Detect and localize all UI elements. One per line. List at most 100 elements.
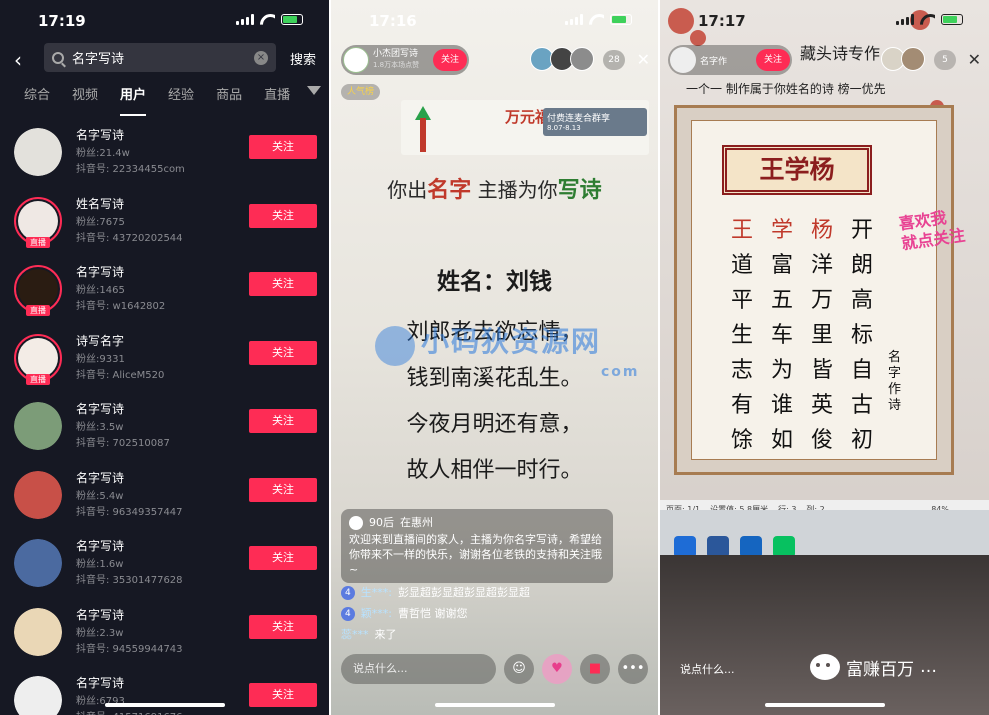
poem-char: 志 [730, 358, 753, 383]
follow-button[interactable]: 关注 [249, 614, 317, 639]
tab-users[interactable]: 用户 [120, 84, 147, 116]
follow-button[interactable]: 关注 [249, 203, 317, 228]
user-id: 抖音号: 43720202544 [76, 232, 183, 244]
battery-icon [281, 14, 303, 25]
user-avatar[interactable] [14, 470, 62, 519]
viewer-avatars[interactable] [530, 47, 594, 71]
tab-comprehensive[interactable]: 综合 [24, 84, 50, 110]
close-icon[interactable]: ✕ [968, 50, 981, 69]
viewer-count[interactable]: 28 [603, 50, 625, 70]
headline-part: 主播为你 [471, 178, 558, 202]
ellipsis-icon: … [920, 657, 937, 677]
user-name[interactable]: 诗写名字 [76, 332, 124, 349]
user-name[interactable]: 名字写诗 [76, 469, 124, 486]
wifi-icon [589, 14, 604, 25]
poem-char: 高 [850, 288, 873, 313]
user-row[interactable]: 直播 诗写名字 粉丝:9331 抖音号: AliceM520 关注 [0, 324, 329, 393]
host-avatar[interactable] [343, 47, 369, 73]
user-fans: 粉丝:3.5w [76, 422, 124, 433]
close-icon[interactable]: ✕ [637, 50, 650, 69]
heart-icon[interactable]: ♥ [542, 654, 572, 684]
poem-char: 车 [770, 323, 793, 348]
follow-button[interactable]: 关注 [249, 340, 317, 365]
tab-experience[interactable]: 经验 [168, 84, 194, 110]
search-input[interactable]: 名字写诗 × [44, 43, 276, 72]
poem-char: 馀 [730, 428, 753, 453]
user-name[interactable]: 名字写诗 [76, 606, 124, 623]
name-plaque: 王学杨 [722, 145, 872, 195]
tab-live[interactable]: 直播 [264, 84, 290, 110]
filter-icon[interactable] [307, 86, 321, 98]
signal-icon [896, 14, 914, 25]
poem-char: 英 [810, 393, 833, 418]
gift-icon[interactable]: ■ [580, 654, 610, 684]
user-row[interactable]: 名字写诗 粉丝:2.3w 抖音号: 94559944743 关注 [0, 598, 329, 667]
user-id: 抖音号: w1642802 [76, 301, 166, 312]
host-info[interactable]: 名字作 关注 [668, 45, 792, 75]
user-avatar[interactable] [14, 539, 62, 587]
popularity-rank[interactable]: 人气榜 [341, 84, 381, 100]
back-arrow-icon[interactable]: ‹ [14, 48, 22, 72]
tab-products[interactable]: 商品 [216, 84, 242, 110]
follow-button[interactable]: 关注 [249, 409, 317, 433]
live-badge: 直播 [26, 305, 50, 316]
poem-char: 自 [850, 358, 873, 383]
viewer-count[interactable]: 5 [934, 50, 956, 70]
host-info[interactable]: 小杰团写诗 1.8万本场点赞 关注 [341, 45, 469, 75]
search-input-value: 名字写诗 [72, 52, 125, 67]
user-row[interactable]: 名字写诗 粉丝:1.6w 抖音号: 35301477628 关注 [0, 529, 329, 598]
comment-input[interactable]: 说点什么... [341, 654, 496, 684]
avatar-image [14, 470, 62, 519]
viewer-avatars[interactable] [881, 47, 925, 71]
signal-icon [236, 14, 254, 25]
banner-ad-title: 付费连麦合群享 [547, 114, 611, 124]
user-name[interactable]: 名字写诗 [76, 400, 124, 417]
comment-input[interactable]: 说点什么... [670, 661, 735, 677]
poem-signature: 名字作诗 [888, 350, 902, 413]
search-tabs: 综合 视频 用户 经验 商品 直播 [0, 84, 329, 116]
user-name[interactable]: 名字写诗 [76, 674, 124, 691]
user-name[interactable]: 姓名写诗 [76, 195, 124, 212]
user-name[interactable]: 名字写诗 [76, 263, 124, 280]
user-row[interactable]: 直播 名字写诗 粉丝:1465 抖音号: w1642802 关注 [0, 255, 329, 324]
follow-button[interactable]: 关注 [249, 272, 317, 296]
chat-text: 彭显超彭显超彭显超彭显超 [397, 586, 530, 599]
promo-banner[interactable]: 万元福利 付费连麦合群享 8.07-8.13 [401, 100, 649, 155]
poem-char: 朗 [850, 253, 873, 278]
user-avatar[interactable] [14, 128, 62, 176]
poem-char: 谁 [770, 393, 793, 418]
user-row[interactable]: 名字写诗粉丝:6793抖音号: 41571691676关注 [0, 666, 329, 715]
user-name[interactable]: 名字写诗 [76, 126, 124, 143]
follow-button[interactable]: 关注 [249, 135, 317, 159]
status-time: 17:16 [369, 12, 417, 30]
emoji-icon[interactable]: ☺ [504, 654, 534, 684]
user-row[interactable]: 名字写诗 粉丝:21.4w 抖音号: 22334455com 关注 [0, 118, 329, 187]
user-row[interactable]: 名字写诗 粉丝:5.4w 抖音号: 96349357447 关注 [0, 461, 329, 530]
chat-user[interactable]: 颖***: [361, 603, 392, 624]
follow-button[interactable]: 关注 [249, 546, 317, 570]
user-row[interactable]: 直播 姓名写诗 粉丝:7675 抖音号: 43720202544 关注 [0, 187, 329, 256]
search-button[interactable]: 搜索 [290, 49, 316, 68]
watermark-text: 小码狄资源网 [421, 325, 602, 358]
wifi-icon [920, 14, 935, 25]
user-name[interactable]: 名字写诗 [76, 537, 124, 554]
user-avatar[interactable] [14, 402, 62, 450]
user-row[interactable]: 名字写诗 粉丝:3.5w 抖音号: 702510087 关注 [0, 392, 329, 461]
acrostic-poem: 王学杨开道富洋朗平五万高生车里标志为皆自有谁英古馀如俊初 [722, 212, 882, 457]
follow-button[interactable]: 关注 [249, 683, 317, 707]
host-avatar[interactable] [670, 47, 696, 73]
poem-name: 姓名：刘钱 [437, 268, 552, 295]
follow-button[interactable]: 关注 [249, 477, 317, 502]
banner-ad[interactable]: 付费连麦合群享 8.07-8.13 [543, 108, 647, 136]
chat-user[interactable]: 生***: [361, 582, 392, 603]
follow-host-button[interactable]: 关注 [433, 49, 467, 71]
wifi-icon [260, 14, 275, 25]
user-avatar[interactable] [14, 676, 62, 715]
chat-user[interactable]: 蕊*** [341, 624, 369, 645]
user-avatar[interactable] [14, 607, 62, 656]
more-icon[interactable]: ••• [618, 654, 648, 684]
chat-text: 曹哲恺 谢谢您 [397, 607, 468, 620]
clear-icon[interactable]: × [254, 50, 268, 65]
tab-video[interactable]: 视频 [72, 84, 98, 110]
follow-host-button[interactable]: 关注 [756, 49, 790, 71]
